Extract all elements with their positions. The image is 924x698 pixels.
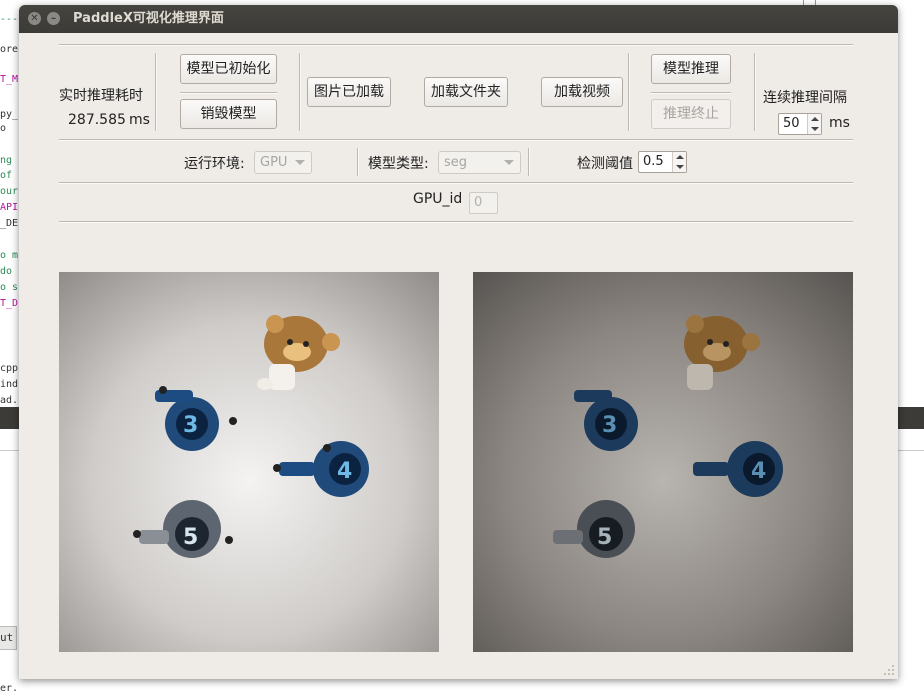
env-select[interactable]: GPU: [254, 151, 312, 174]
svg-text:4: 4: [337, 459, 352, 484]
svg-text:5: 5: [183, 525, 198, 550]
paddlex-window: ✕ – PaddleX可视化推理界面 实时推理耗时 287.585 ms 模型已…: [19, 5, 898, 679]
interval-unit: ms: [829, 115, 850, 131]
threshold-label: 检测阈值: [577, 156, 633, 172]
window-title: PaddleX可视化推理界面: [73, 11, 224, 26]
close-icon[interactable]: ✕: [28, 12, 41, 25]
env-value: GPU: [260, 155, 288, 170]
spin-arrows[interactable]: [807, 114, 821, 134]
separator-top: [59, 44, 853, 46]
background-code-line: ng: [0, 155, 13, 166]
svg-text:3: 3: [602, 413, 617, 438]
background-code-line: py_: [0, 109, 19, 120]
separator-middle: [59, 139, 853, 141]
separator-v3: [628, 53, 630, 131]
background-output-tab[interactable]: ut: [0, 626, 17, 650]
svg-text:3: 3: [183, 413, 198, 438]
init-model-button[interactable]: 模型已初始化: [180, 54, 277, 84]
spin-arrows[interactable]: [672, 152, 686, 172]
load-folder-button[interactable]: 加载文件夹: [424, 77, 508, 107]
separator-v2: [299, 53, 301, 131]
background-code-line: T_M: [0, 74, 19, 85]
infer-button[interactable]: 模型推理: [651, 54, 731, 84]
stop-infer-button[interactable]: 推理终止: [651, 99, 731, 129]
background-code-line: our: [0, 186, 19, 197]
background-code-line: do: [0, 266, 13, 277]
model-type-value: seg: [444, 155, 468, 170]
destroy-model-button[interactable]: 销毁模型: [180, 99, 277, 129]
minimize-icon[interactable]: –: [47, 12, 60, 25]
separator-v5: [357, 148, 359, 176]
background-code-line: ad.: [0, 395, 19, 406]
gpu-id-input[interactable]: 0: [469, 192, 498, 214]
background-code-line: o s: [0, 282, 19, 293]
separator-v6: [528, 148, 530, 176]
separator-v4: [754, 53, 756, 131]
background-code-line: API: [0, 202, 19, 213]
separator-gpu-bottom: [59, 221, 853, 223]
svg-text:4: 4: [751, 459, 766, 484]
background-code-line: ind: [0, 379, 19, 390]
input-image: 3 4 5: [59, 272, 439, 652]
input-photo: 3 4 5: [59, 272, 439, 652]
load-video-button[interactable]: 加载视频: [541, 77, 623, 107]
main-content: 实时推理耗时 287.585 ms 模型已初始化 销毁模型 图片已加载 加载文件…: [19, 33, 898, 679]
threshold-spinbox[interactable]: 0.5: [638, 151, 687, 173]
model-type-select[interactable]: seg: [438, 151, 521, 174]
output-image: 3 4 5: [473, 272, 853, 652]
separator-model: [180, 92, 277, 94]
background-code-line: T_D: [0, 298, 19, 309]
spin-down-icon[interactable]: [811, 127, 819, 131]
background-code-line: ore: [0, 44, 19, 55]
separator-infer: [651, 92, 731, 94]
background-code-line: cpp: [0, 363, 19, 374]
interval-spinbox[interactable]: 50: [778, 113, 822, 135]
image-loaded-button[interactable]: 图片已加载: [307, 77, 391, 107]
background-code-line: of: [0, 170, 13, 181]
inference-time-label: 实时推理耗时: [59, 88, 143, 104]
gpu-id-value: 0: [474, 195, 483, 210]
title-bar[interactable]: ✕ – PaddleX可视化推理界面: [19, 5, 898, 33]
gpu-id-label: GPU_id: [413, 191, 463, 207]
inference-time-value: 287.585: [68, 112, 126, 128]
separator-v1: [155, 53, 157, 131]
interval-label: 连续推理间隔: [763, 90, 847, 106]
env-label: 运行环境:: [184, 156, 245, 172]
segmentation-result-photo: 3 4 5: [473, 272, 853, 652]
inference-time-unit: ms: [129, 112, 150, 128]
svg-text:5: 5: [597, 525, 612, 550]
background-code-line: o m: [0, 250, 19, 261]
chevron-down-icon: [504, 160, 514, 165]
chevron-down-icon: [295, 160, 305, 165]
spin-up-icon[interactable]: [811, 117, 819, 121]
background-code-line: o: [0, 123, 7, 134]
interval-value: 50: [783, 116, 800, 131]
resize-grip-icon[interactable]: [883, 664, 895, 676]
spin-down-icon[interactable]: [676, 165, 684, 169]
model-type-label: 模型类型:: [368, 156, 429, 172]
background-code-line: _DE: [0, 218, 19, 229]
separator-gpu-top: [59, 182, 853, 184]
background-bottom-line: er.: [0, 683, 19, 694]
spin-up-icon[interactable]: [676, 155, 684, 159]
threshold-value: 0.5: [643, 154, 664, 169]
